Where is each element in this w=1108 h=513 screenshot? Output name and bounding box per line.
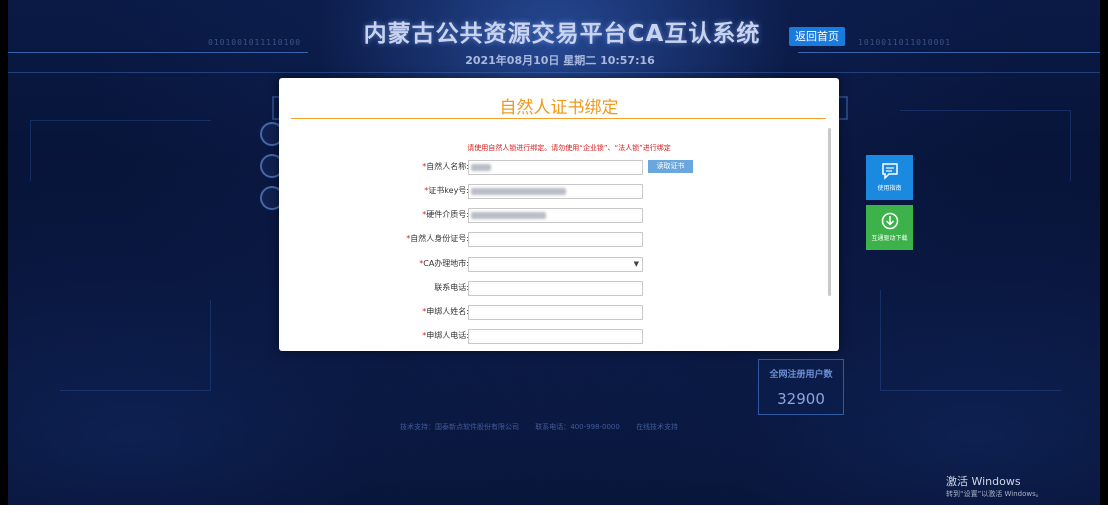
- guide-tile[interactable]: 使用指南: [866, 155, 913, 200]
- field-label: *CA办理地市:: [419, 259, 469, 268]
- row-ca-city: *CA办理地市: ▼: [279, 257, 839, 275]
- datetime: 2021年08月10日 星期二 10:57:16: [465, 54, 655, 67]
- watermark-line1: 激活 Windows: [946, 475, 1021, 488]
- binding-dialog: 自然人证书绑定 请使用自然人锁进行绑定。请勿使用“企业锁”、“法人锁”进行绑定 …: [279, 78, 839, 351]
- circuit-line: [900, 110, 1071, 181]
- watermark-line2: 转到“设置”以激活 Windows。: [946, 490, 1043, 498]
- frame-bracket: [838, 96, 848, 120]
- field-label: *硬件介质号:: [422, 210, 469, 219]
- row-applicant-name: *申绑人姓名:: [279, 305, 839, 323]
- scrollbar[interactable]: [828, 128, 831, 296]
- field-label: *申绑人电话:: [422, 331, 469, 340]
- footer-support: 技术支持：国泰新点软件股份有限公司: [400, 423, 519, 431]
- bottom-strip: [0, 505, 1108, 513]
- hardware-id-input[interactable]: [468, 208, 643, 223]
- footer-online-support-link[interactable]: 在线技术支持: [636, 423, 678, 431]
- natural-person-name-input[interactable]: [468, 160, 643, 175]
- field-label: 联系电话:: [434, 283, 469, 292]
- registered-users-panel: 全网注册用户数 32900: [758, 359, 844, 415]
- read-cert-button[interactable]: 读取证书: [648, 160, 693, 173]
- download-icon: [881, 212, 898, 230]
- field-label: *自然人身份证号:: [406, 234, 469, 243]
- site-title: 内蒙古公共资源交易平台CA互认系统: [363, 21, 761, 47]
- id-number-input[interactable]: [468, 232, 643, 247]
- contact-phone-input[interactable]: [468, 281, 643, 296]
- driver-download-tile[interactable]: 互通驱动下载: [866, 205, 913, 250]
- registered-users-count: 32900: [777, 390, 825, 408]
- field-label: *证书key号:: [424, 186, 469, 195]
- applicant-name-input[interactable]: [468, 305, 643, 320]
- windows-activation-watermark: 激活 Windows 转到“设置”以激活 Windows。: [946, 473, 1043, 499]
- caret-down-icon: ▼: [633, 260, 639, 268]
- applicant-phone-input[interactable]: [468, 329, 643, 344]
- guide-label: 使用指南: [877, 185, 902, 192]
- field-label: *自然人名称:: [422, 162, 469, 171]
- row-applicant-phone: *申绑人电话:: [279, 329, 839, 347]
- title-divider: [291, 118, 826, 119]
- circuit-line: [880, 290, 1061, 391]
- driver-label: 互通驱动下载: [871, 235, 908, 242]
- ca-city-select[interactable]: ▼: [468, 257, 643, 272]
- registered-users-label: 全网注册用户数: [769, 370, 833, 380]
- footer: 技术支持：国泰新点软件股份有限公司 联系电话：400-998-0000 在线技术…: [400, 422, 692, 432]
- field-label: *申绑人姓名:: [422, 307, 469, 316]
- circuit-line: [60, 300, 211, 391]
- row-hardware-id: *硬件介质号:: [279, 208, 839, 226]
- binding-notice: 请使用自然人锁进行绑定。请勿使用“企业锁”、“法人锁”进行绑定: [467, 144, 671, 152]
- right-edge: [1100, 0, 1108, 513]
- row-cert-key: *证书key号:: [279, 184, 839, 202]
- header-line-right: [798, 52, 1100, 53]
- row-natural-person-name: *自然人名称: 读取证书: [279, 160, 839, 178]
- chat-icon: [881, 163, 898, 180]
- home-button[interactable]: 返回首页: [789, 27, 845, 46]
- binary-deco-right: 1010011011010001: [858, 38, 952, 47]
- row-id-number: *自然人身份证号:: [279, 232, 839, 250]
- dialog-title: 自然人证书绑定: [499, 98, 619, 118]
- footer-phone: 联系电话：400-998-0000: [535, 423, 620, 431]
- row-contact-phone: 联系电话:: [279, 281, 839, 299]
- header-line-left: [8, 52, 308, 53]
- left-edge: [0, 0, 8, 513]
- binary-deco-left: 0101001011110100: [208, 38, 302, 47]
- cert-key-input[interactable]: [468, 184, 643, 199]
- circuit-line: [30, 120, 211, 181]
